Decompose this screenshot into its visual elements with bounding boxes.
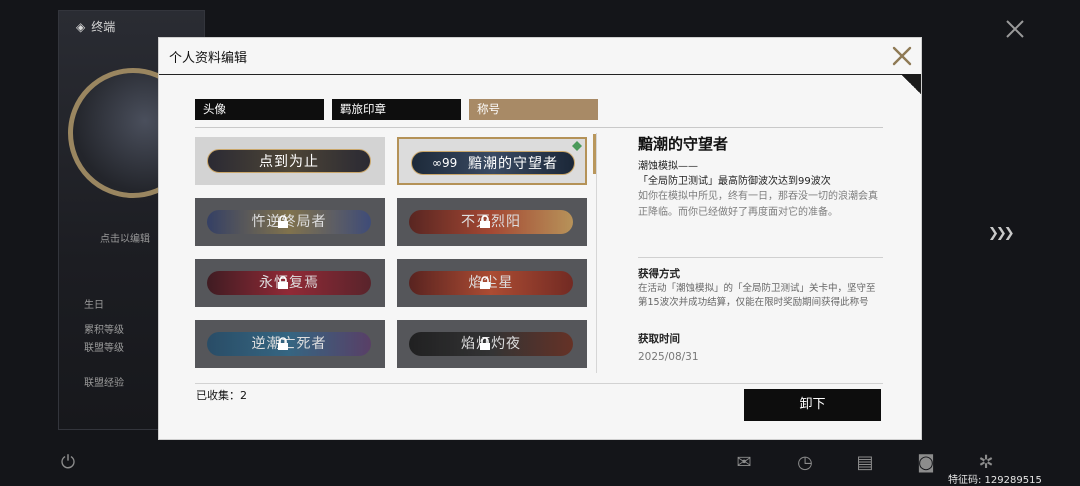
modal-title: 个人资料编辑 — [169, 51, 248, 66]
title-plate: 点到为止 — [207, 149, 371, 173]
title-card[interactable]: 不灭烈阳 — [397, 198, 587, 246]
title-card[interactable]: 点到为止 — [195, 137, 385, 185]
tab-title[interactable]: 称号 — [469, 99, 598, 120]
tab-stamp[interactable]: 羁旅印章 — [332, 99, 461, 120]
detail-condition: 「全局防卫测试」最高防御波次达到99波次 — [638, 176, 831, 187]
detail-title: 黯潮的守望者 — [638, 135, 729, 153]
profile-edit-modal: 个人资料编辑 头像 羁旅印章 称号 点到为止 黯潮的守望者 ∞99 忤逆终局者 不灭烈阳… — [158, 37, 922, 440]
collected-count: 已收集：2 — [196, 389, 247, 402]
birthday-label: 生日 — [84, 300, 104, 311]
uid-text: 特征码: 129289515 — [948, 475, 1042, 486]
clock-icon[interactable]: ◷ — [793, 452, 817, 474]
league-exp-label: 联盟经验 — [84, 378, 124, 389]
title-card[interactable]: 黯潮的守望者 ∞99 — [397, 137, 587, 185]
expand-arrow-icon[interactable]: ❯❯❯ — [988, 226, 1015, 241]
lock-icon — [278, 215, 288, 228]
title-card[interactable]: 逆潮亡死者 — [195, 320, 385, 368]
camera-icon[interactable]: ◙ — [914, 452, 938, 474]
time-value: 2025/08/31 — [638, 351, 699, 363]
title-plate: 黯潮的守望者 ∞99 — [411, 151, 575, 175]
modal-header: 个人资料编辑 — [159, 38, 921, 75]
title-label: 点到为止 — [259, 154, 319, 170]
time-label: 获取时间 — [638, 333, 680, 345]
lock-icon — [480, 337, 490, 350]
close-button[interactable] — [890, 44, 914, 68]
detail-subtitle: 潮蚀模拟—— — [638, 161, 698, 172]
title-card[interactable]: 焰灯灼夜 — [397, 320, 587, 368]
power-icon[interactable]: ⏻ — [56, 452, 80, 474]
unequip-button[interactable]: 卸下 — [744, 389, 881, 421]
corner-decoration — [901, 74, 921, 94]
title-card[interactable]: 永恒复焉 — [195, 259, 385, 307]
lock-icon — [480, 276, 490, 289]
background-title: ◈ 终端 — [76, 19, 116, 35]
diamond-icon: ◈ — [76, 19, 86, 34]
league-level-label: 联盟等级 — [84, 343, 124, 354]
lock-icon — [278, 337, 288, 350]
title-card[interactable]: 忤逆终局者 — [195, 198, 385, 246]
scrollbar-thumb[interactable] — [593, 134, 596, 174]
selected-marker-icon — [572, 141, 582, 151]
detail-divider — [638, 257, 883, 258]
method-text: 在活动「潮蚀模拟」的「全局防卫测试」关卡中，坚守至第15波次并成功结算，仅能在限… — [638, 283, 876, 308]
footer-divider — [195, 383, 883, 384]
level-label: 累积等级 — [84, 325, 124, 336]
grid-divider — [596, 133, 597, 373]
close-icon[interactable] — [1004, 18, 1026, 40]
detail-description: 如你在模拟中所见，终有一日，那吞没一切的浪潮会真正降临。而你已经做好了再度面对它… — [638, 191, 878, 218]
method-label: 获得方式 — [638, 268, 680, 280]
title-card[interactable]: 焰尘星 — [397, 259, 587, 307]
count-badge: ∞99 — [432, 156, 458, 170]
notes-icon[interactable]: ▤ — [853, 452, 877, 474]
tabs-divider — [195, 127, 883, 128]
edit-hint: 点击以编辑 — [100, 234, 150, 245]
mail-icon[interactable]: ✉ — [732, 452, 756, 474]
tab-avatar[interactable]: 头像 — [195, 99, 324, 120]
lock-icon — [480, 215, 490, 228]
lock-icon — [278, 276, 288, 289]
